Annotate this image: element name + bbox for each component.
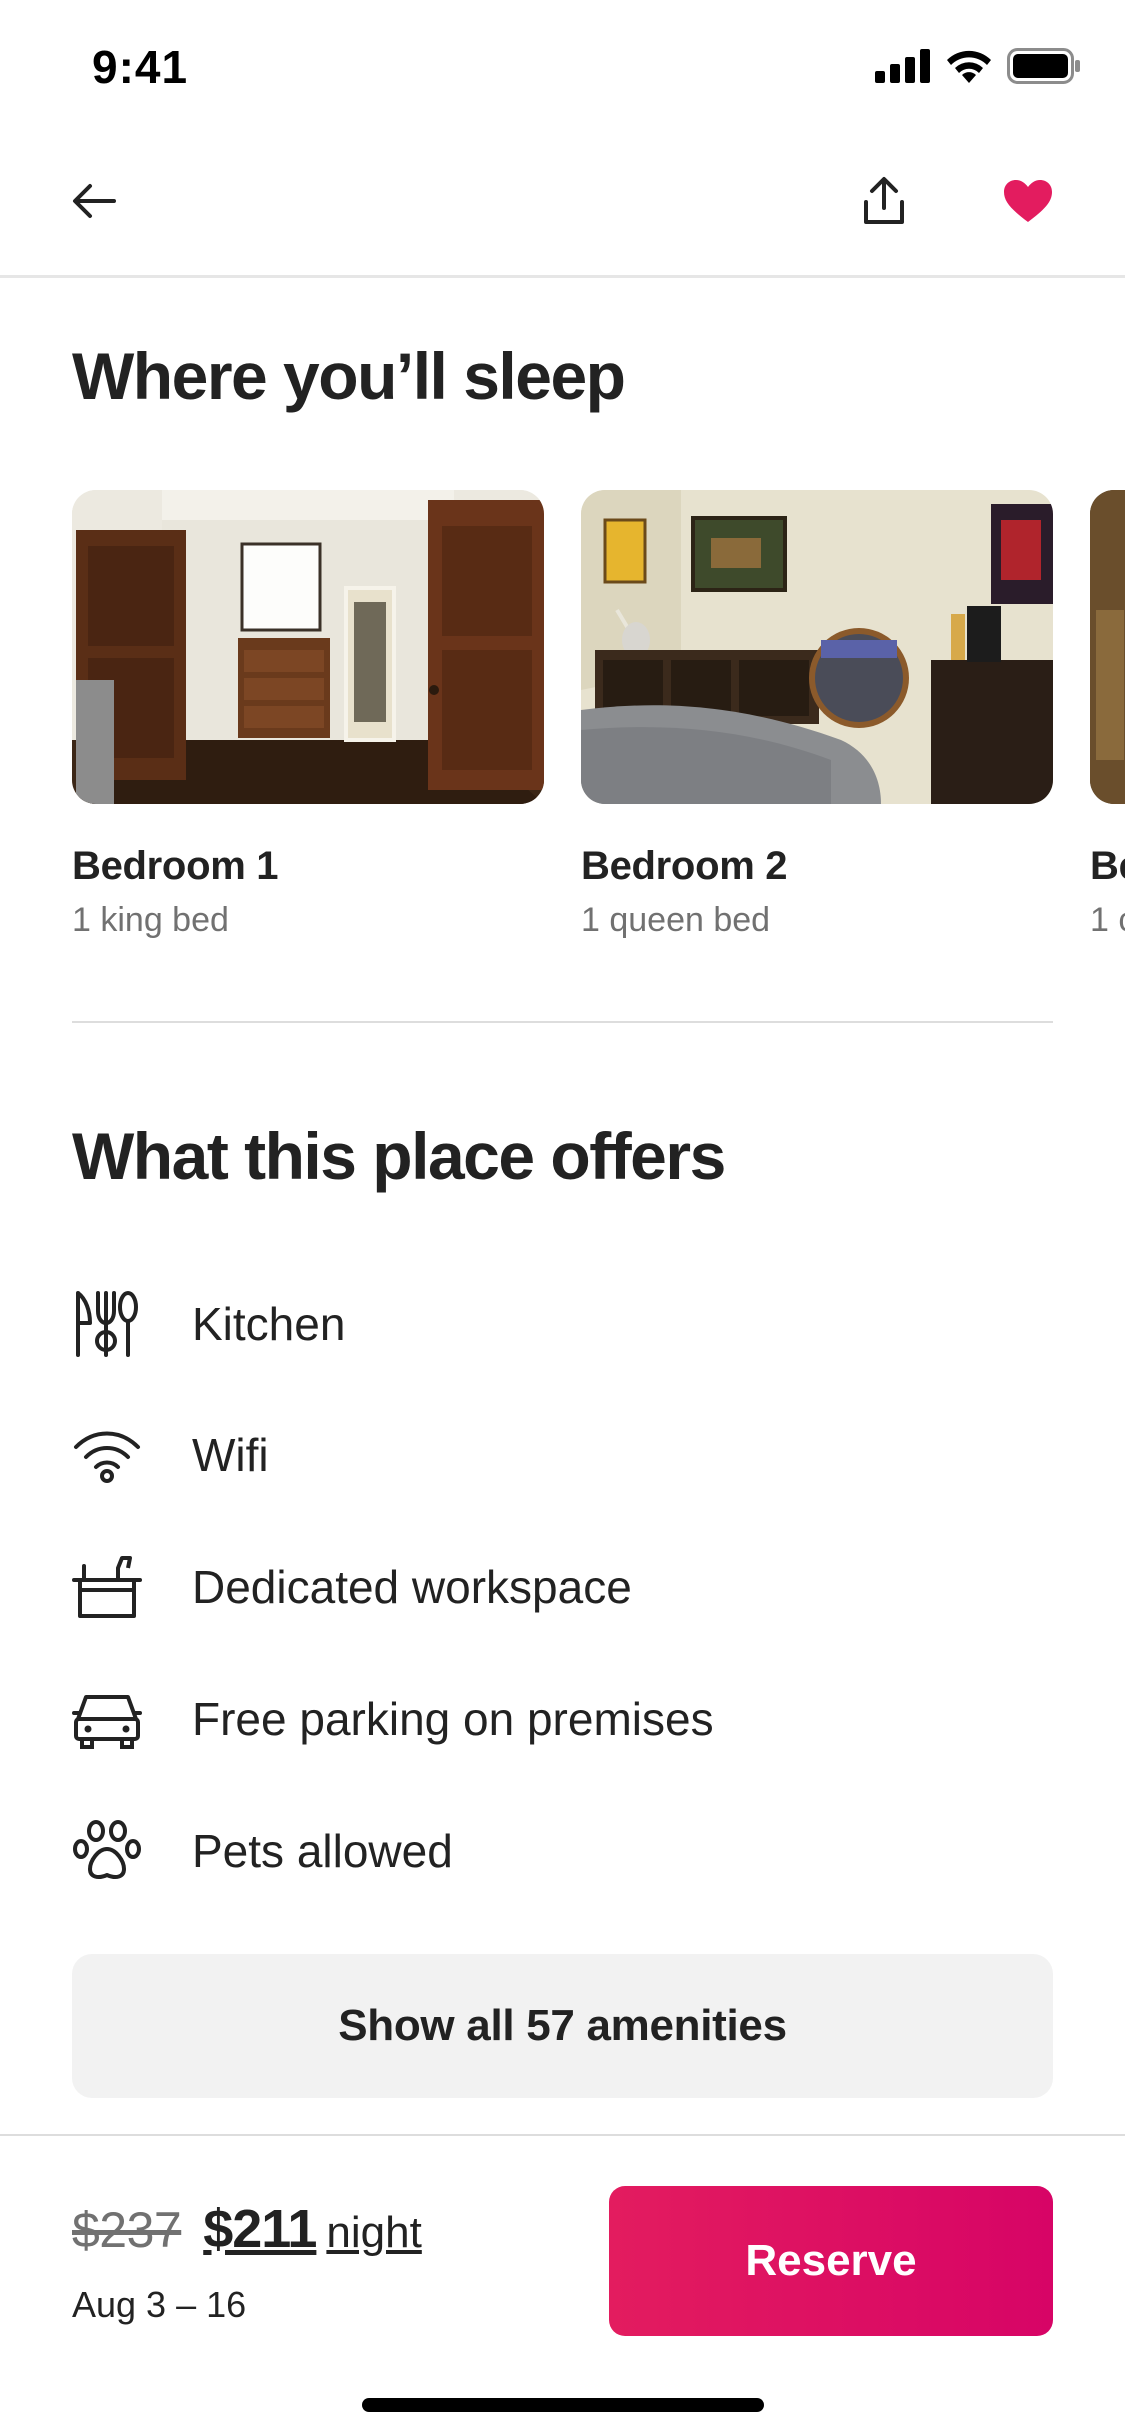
reserve-button[interactable]: Reserve	[609, 2186, 1053, 2336]
status-icons	[875, 48, 1081, 84]
cellular-signal-icon	[875, 49, 931, 83]
bedroom-name: Bedroom 1	[72, 844, 279, 888]
show-all-amenities-button[interactable]: Show all 57 amenities	[72, 1954, 1053, 2098]
bedroom-beds: 1 queen bed	[581, 901, 771, 939]
amenity-workspace: Dedicated workspace	[72, 1547, 1053, 1627]
amenity-label: Free parking on premises	[192, 1693, 714, 1745]
share-icon	[862, 176, 906, 231]
bedroom-carousel[interactable]: Bedroom 1 1 king bed Bedroom 2 1 queen b…	[72, 490, 1125, 970]
amenity-label: Kitchen	[192, 1298, 346, 1350]
bedroom-name: Bedroom 2	[581, 844, 788, 888]
bedroom-photo	[1090, 490, 1125, 804]
back-arrow-icon	[70, 181, 118, 226]
paw-icon	[72, 1816, 142, 1886]
car-icon	[72, 1684, 142, 1754]
section-divider	[72, 1021, 1053, 1023]
heart-icon	[1002, 178, 1054, 229]
save-wishlist-button[interactable]	[988, 163, 1068, 243]
reservation-footer: $237 $211 night Aug 3 – 16 Reserve	[0, 2134, 1125, 2436]
kitchen-icon	[72, 1289, 142, 1359]
stay-dates: Aug 3 – 16	[72, 2284, 247, 2325]
bedroom-photo	[72, 490, 544, 804]
original-price: $237	[72, 2202, 182, 2258]
amenity-label: Dedicated workspace	[192, 1561, 632, 1613]
bedroom-card[interactable]: Be 1 c	[1090, 490, 1125, 940]
bedroom-card[interactable]: Bedroom 2 1 queen bed	[581, 490, 1053, 940]
discounted-price[interactable]: $211	[203, 2198, 317, 2260]
status-bar: 9:41	[0, 0, 1125, 132]
bedroom-beds: 1 king bed	[72, 901, 229, 939]
bedroom-photo	[581, 490, 1053, 804]
amenity-kitchen: Kitchen	[72, 1284, 1053, 1364]
share-button[interactable]	[844, 163, 924, 243]
battery-icon	[1007, 48, 1081, 84]
status-time: 9:41	[92, 41, 189, 93]
home-indicator[interactable]	[362, 2398, 764, 2412]
wifi-icon	[945, 49, 993, 83]
price-unit[interactable]: night	[326, 2208, 421, 2258]
back-button[interactable]	[54, 163, 134, 243]
offers-section-title: What this place offers	[72, 1119, 726, 1193]
nav-bar	[0, 132, 1125, 278]
workspace-icon	[72, 1552, 142, 1622]
amenity-wifi: Wifi	[72, 1415, 1053, 1495]
sleep-section-title: Where you’ll sleep	[72, 339, 626, 413]
bedroom-beds: 1 c	[1090, 901, 1125, 939]
wifi-icon	[72, 1420, 142, 1490]
bedroom-card[interactable]: Bedroom 1 1 king bed	[72, 490, 544, 940]
amenity-parking: Free parking on premises	[72, 1679, 1053, 1759]
amenity-label: Wifi	[192, 1429, 269, 1481]
price-row[interactable]: $237 $211 night	[72, 2198, 422, 2260]
amenity-pets: Pets allowed	[72, 1811, 1053, 1891]
amenity-label: Pets allowed	[192, 1825, 453, 1877]
bedroom-name: Be	[1090, 844, 1125, 888]
